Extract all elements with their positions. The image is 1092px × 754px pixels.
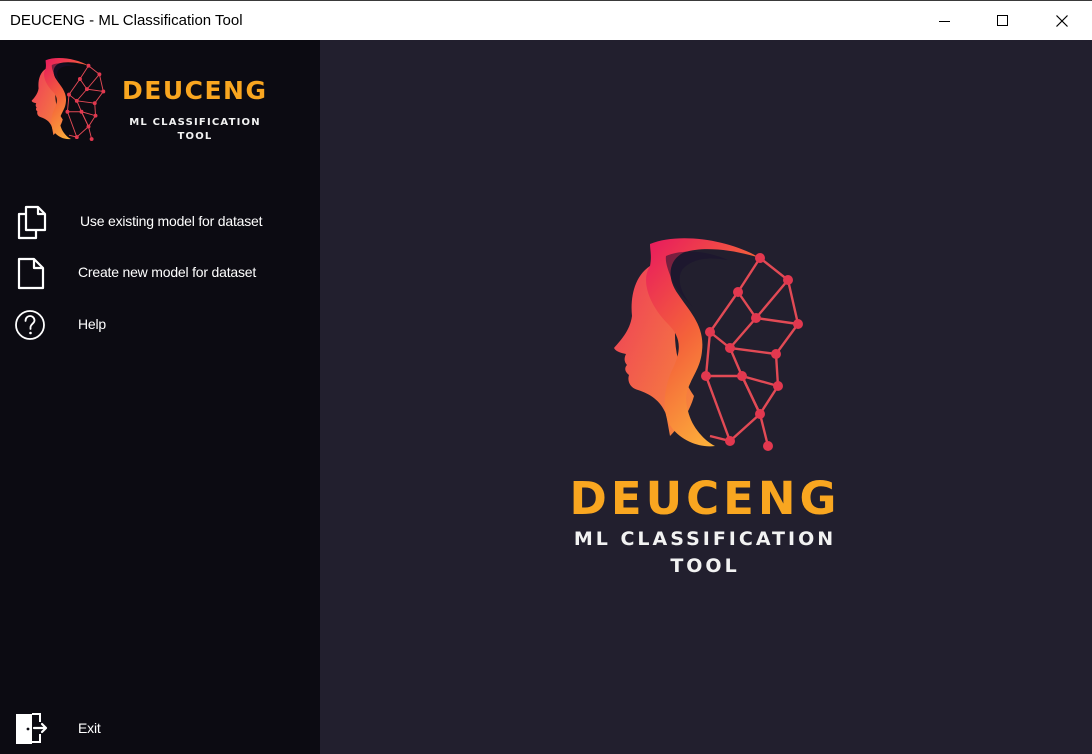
sidebar-item-use-existing-model[interactable]: Use existing model for dataset bbox=[0, 200, 320, 244]
minimize-button[interactable] bbox=[916, 1, 974, 40]
brand-name: DEUCENG bbox=[569, 472, 841, 525]
copy-documents-icon bbox=[17, 205, 47, 240]
sidebar-item-label: Exit bbox=[78, 720, 101, 736]
sidebar-item-help[interactable]: Help bbox=[0, 303, 320, 347]
maximize-button[interactable] bbox=[974, 1, 1032, 40]
exit-door-icon bbox=[16, 713, 48, 744]
window-title: DEUCENG - ML Classification Tool bbox=[10, 12, 243, 29]
sidebar-logo: DEUCENG ML CLASSIFICATION TOOL bbox=[30, 56, 290, 156]
sidebar-item-label: Create new model for dataset bbox=[78, 264, 257, 280]
brand-name: DEUCENG bbox=[122, 76, 268, 105]
brand-tagline-line2: TOOL bbox=[177, 131, 213, 142]
sidebar-item-create-new-model[interactable]: Create new model for dataset bbox=[0, 251, 320, 295]
sidebar-item-label: Help bbox=[78, 316, 106, 332]
brand-tagline: ML CLASSIFICATION bbox=[129, 117, 261, 128]
head-network-icon bbox=[610, 236, 810, 466]
sidebar-item-label: Use existing model for dataset bbox=[80, 213, 263, 229]
sidebar-item-exit[interactable]: Exit bbox=[0, 706, 320, 750]
app-window: DEUCENG - ML Classification Tool DEUCENG… bbox=[0, 0, 1092, 754]
document-icon bbox=[17, 257, 45, 290]
main-logo: DEUCENG ML CLASSIFICATION TOOL bbox=[540, 236, 870, 596]
close-icon bbox=[1056, 14, 1068, 27]
main-content: DEUCENG ML CLASSIFICATION TOOL bbox=[320, 40, 1092, 754]
title-bar: DEUCENG - ML Classification Tool bbox=[0, 0, 1092, 40]
sidebar: DEUCENG ML CLASSIFICATION TOOL Use exist… bbox=[0, 40, 320, 754]
close-button[interactable] bbox=[1033, 1, 1091, 40]
minimize-icon bbox=[939, 20, 950, 22]
question-circle-icon bbox=[15, 310, 45, 340]
maximize-icon bbox=[997, 14, 1008, 26]
head-network-icon bbox=[30, 56, 108, 148]
brand-tagline-line2: TOOL bbox=[670, 555, 740, 577]
brand-tagline: ML CLASSIFICATION bbox=[573, 528, 837, 550]
